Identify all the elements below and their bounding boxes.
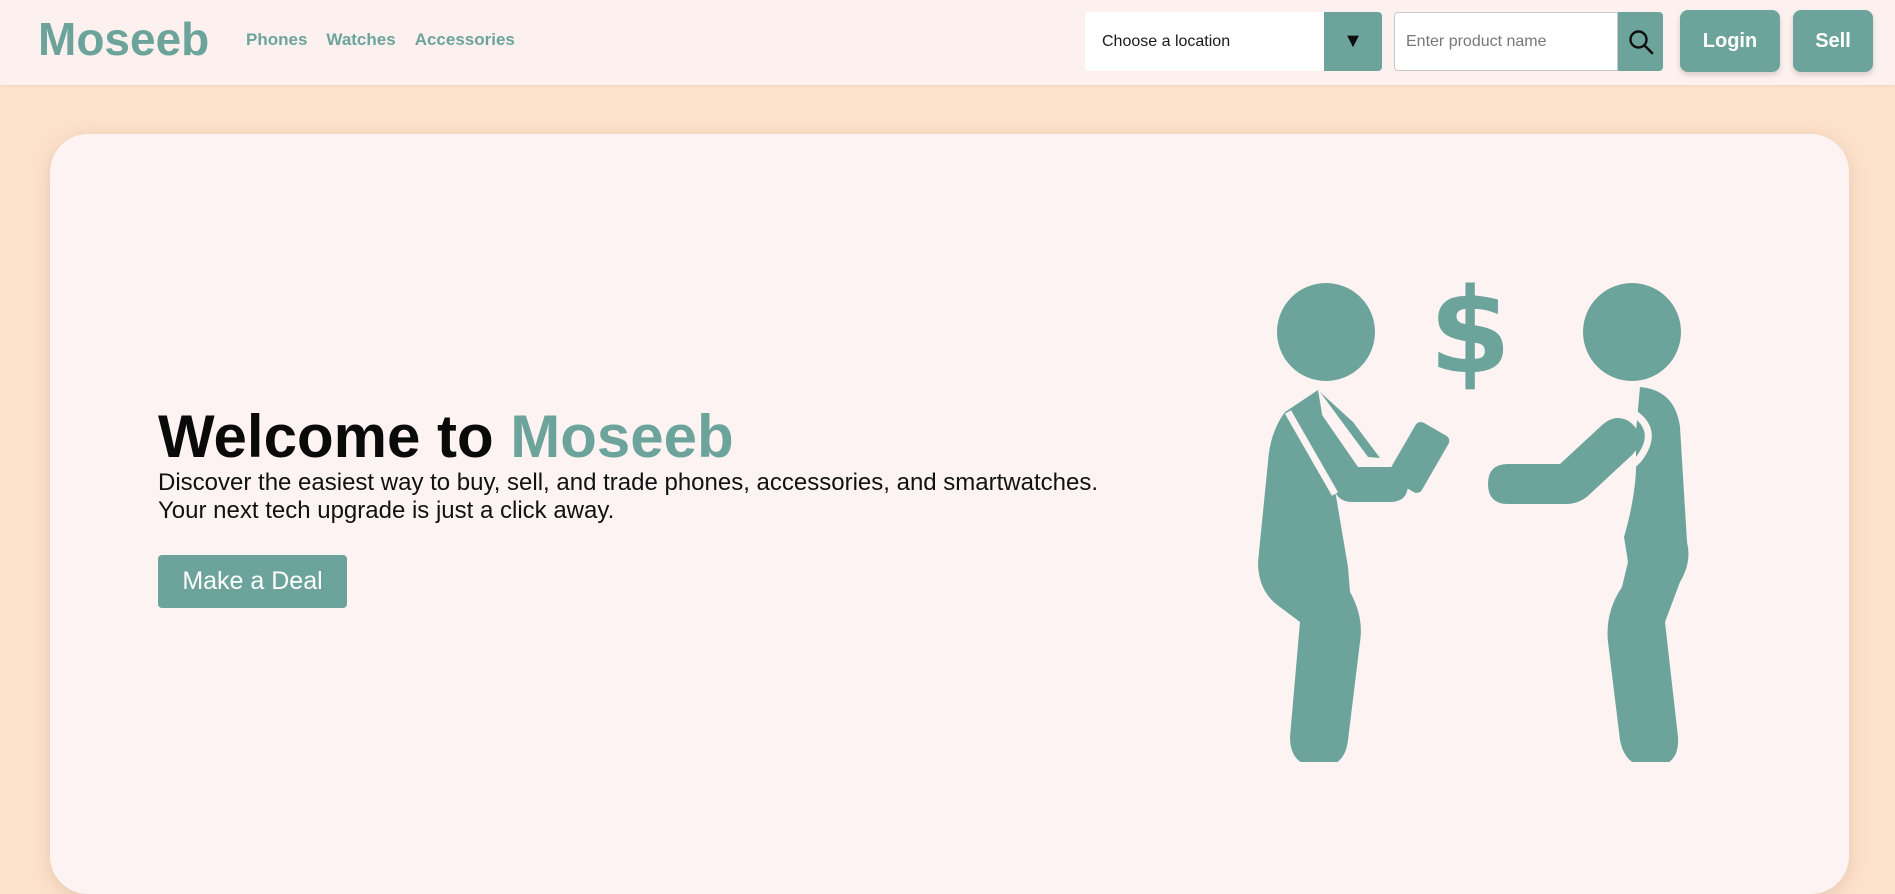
location-select[interactable]: Choose a location ▼ [1085, 12, 1382, 71]
sell-button[interactable]: Sell [1793, 10, 1873, 72]
logo[interactable]: Moseeb [38, 12, 209, 66]
location-select-value[interactable]: Choose a location [1085, 12, 1324, 71]
hero-title-prefix: Welcome to [158, 403, 511, 470]
hero-title: Welcome to Moseeb [158, 402, 734, 471]
hero-description-line-1: Discover the easiest way to buy, sell, a… [158, 469, 1099, 496]
dropdown-arrow-icon[interactable]: ▼ [1324, 12, 1382, 71]
search-input[interactable] [1394, 12, 1618, 71]
svg-text:$: $ [1429, 262, 1511, 400]
top-header: Moseeb Phones Watches Accessories Choose… [0, 0, 1895, 85]
search-button[interactable] [1618, 12, 1663, 71]
nav-phones[interactable]: Phones [246, 30, 307, 50]
hero-description-line-2: Your next tech upgrade is just a click a… [158, 497, 615, 524]
trade-people-icon: $ [1258, 262, 1689, 762]
nav-accessories[interactable]: Accessories [415, 30, 515, 50]
search-icon [1628, 29, 1653, 54]
main-nav: Phones Watches Accessories [246, 30, 515, 50]
make-a-deal-button[interactable]: Make a Deal [158, 555, 347, 608]
hero-title-brand: Moseeb [510, 403, 734, 470]
nav-watches[interactable]: Watches [326, 30, 395, 50]
login-button[interactable]: Login [1680, 10, 1780, 72]
hero-description: Discover the easiest way to buy, sell, a… [158, 469, 1098, 525]
search-bar [1394, 12, 1663, 71]
hero-card: Welcome to Moseeb Discover the easiest w… [50, 134, 1849, 894]
